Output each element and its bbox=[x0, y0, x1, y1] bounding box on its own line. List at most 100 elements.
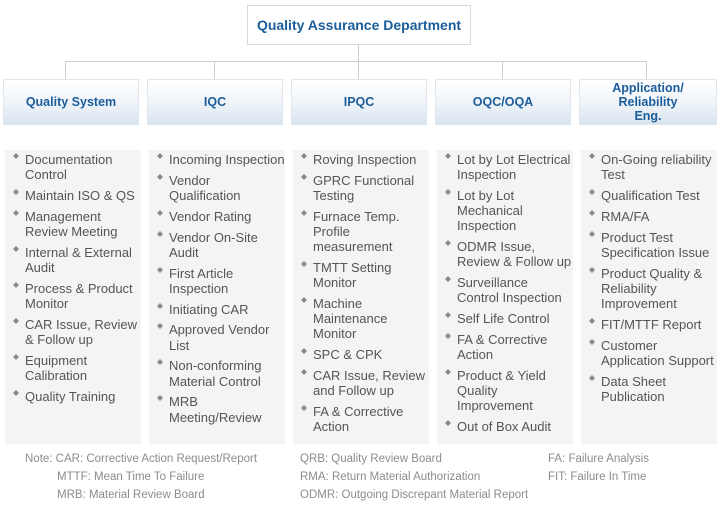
list-item-label: Incoming Inspection bbox=[169, 152, 285, 167]
header-label: Quality System bbox=[25, 95, 117, 109]
bullet-icon bbox=[157, 323, 163, 330]
list-item-label: GPRC Functional Testing bbox=[313, 172, 415, 203]
item-list: Lot by Lot Electrical Inspection Lot by L… bbox=[439, 152, 573, 434]
list-item: SPC & CPK bbox=[295, 347, 429, 362]
bullet-icon bbox=[157, 359, 163, 366]
list-item: Approved Vendor List bbox=[151, 322, 285, 353]
bullet-icon bbox=[445, 312, 451, 319]
bullet-icon bbox=[445, 420, 451, 427]
bullet-icon bbox=[589, 209, 595, 216]
list-item: Product Quality & Reliability Improvemen… bbox=[583, 266, 717, 312]
connector-horizontal bbox=[65, 61, 647, 62]
bullet-icon bbox=[301, 261, 307, 267]
connector-vertical-main bbox=[358, 45, 359, 61]
list-item: Process & Product Monitor bbox=[7, 281, 141, 311]
list-item: Furnace Temp. Profile measurement bbox=[295, 209, 429, 255]
list-item: Roving Inspection bbox=[295, 152, 429, 167]
list-item-label: TMTT Setting Monitor bbox=[313, 260, 392, 291]
list-item-label: Non-conforming Material Control bbox=[169, 358, 262, 389]
list-item: Vendor Qualification bbox=[151, 173, 285, 203]
bullet-icon bbox=[13, 153, 19, 159]
list-item-label: Lot by Lot Mechanical Inspection bbox=[457, 188, 523, 234]
note-rma: RMA: Return Material Authorization bbox=[300, 471, 481, 483]
list-item: Product & Yield Quality Improvement bbox=[439, 368, 573, 414]
bullet-icon bbox=[157, 266, 163, 273]
note-mttf: MTTF: Mean Time To Failure bbox=[57, 471, 205, 483]
item-list: Incoming Inspection Vendor Qualification V… bbox=[151, 152, 285, 425]
list-item: CAR Issue, Review & Follow up bbox=[7, 317, 141, 347]
list-item: Self Life Control bbox=[439, 311, 573, 326]
bullet-icon bbox=[445, 276, 451, 283]
bullet-icon bbox=[589, 317, 595, 324]
item-list: Roving Inspection GPRC Functional Testing… bbox=[295, 152, 429, 434]
bullet-icon bbox=[157, 209, 163, 216]
bullet-icon bbox=[157, 153, 163, 159]
list-item: Non-conforming Material Control bbox=[151, 358, 285, 389]
bullet-icon bbox=[445, 153, 451, 159]
list-item-label: Customer Application Support bbox=[601, 337, 714, 368]
bullet-icon bbox=[445, 369, 451, 375]
list-item: Vendor On-Site Audit bbox=[151, 230, 285, 260]
list-item-label: Furnace Temp. Profile measurement bbox=[313, 208, 400, 255]
list-item-label: FA & Corrective Action bbox=[313, 404, 404, 435]
bullet-icon bbox=[13, 189, 19, 195]
bullet-icon bbox=[301, 348, 307, 355]
bullet-icon bbox=[13, 317, 19, 324]
list-item: Data Sheet Publication bbox=[583, 374, 717, 404]
list-item: GPRC Functional Testing bbox=[295, 173, 429, 203]
bullet-icon bbox=[13, 389, 19, 396]
list-item-label: Self Life Control bbox=[457, 311, 550, 327]
list-item-label: Equipment Calibration bbox=[25, 352, 88, 383]
list-item: Incoming Inspection bbox=[151, 152, 285, 167]
list-item-label: Lot by Lot Electrical Inspection bbox=[457, 152, 571, 183]
note-car: Note: CAR: Corrective Action Request/Rep… bbox=[25, 453, 258, 465]
list-item-label: FA & Corrective Action bbox=[457, 332, 548, 363]
note-qrb: QRB: Quality Review Board bbox=[300, 453, 442, 465]
note-fit: FIT: Failure In Time bbox=[548, 471, 647, 483]
list-item-label: On-Going reliability Test bbox=[601, 152, 712, 183]
list-item: Vendor Rating bbox=[151, 209, 285, 224]
header-label: IPQC bbox=[343, 95, 375, 109]
list-item-label: Quality Training bbox=[25, 388, 116, 404]
list-item-label: Roving Inspection bbox=[313, 152, 417, 167]
column-iqc: Incoming Inspection Vendor Qualification V… bbox=[149, 150, 285, 444]
list-item-label: SPC & CPK bbox=[313, 347, 383, 363]
bullet-icon bbox=[589, 230, 595, 237]
list-item: Documentation Control bbox=[7, 152, 141, 182]
list-item-label: Product Quality & Reliability Improvemen… bbox=[601, 265, 703, 311]
bullet-icon bbox=[589, 189, 595, 195]
list-item-label: RMA/FA bbox=[601, 208, 650, 224]
list-item-label: Out of Box Audit bbox=[457, 419, 551, 435]
list-item: RMA/FA bbox=[583, 209, 717, 224]
list-item-label: Maintain ISO & QS bbox=[25, 188, 135, 203]
list-item: ODMR Issue, Review & Follow up bbox=[439, 239, 573, 269]
bullet-icon bbox=[301, 297, 307, 303]
list-item-label: Qualification Test bbox=[601, 188, 700, 203]
list-item-label: Approved Vendor List bbox=[169, 322, 270, 353]
bullet-icon bbox=[445, 333, 451, 339]
bullet-icon bbox=[589, 266, 595, 273]
note-fa: FA: Failure Analysis bbox=[548, 453, 649, 465]
list-item-label: Vendor Qualification bbox=[169, 172, 241, 203]
list-item: Quality Training bbox=[7, 389, 141, 404]
list-item-label: Documentation Control bbox=[25, 152, 113, 183]
connector-drop-4 bbox=[502, 61, 503, 79]
bullet-icon bbox=[589, 374, 595, 381]
column-quality-system: Documentation Control Maintain ISO & QS Ma… bbox=[5, 150, 141, 444]
bullet-icon bbox=[13, 281, 19, 288]
bullet-icon bbox=[157, 230, 163, 237]
list-item-label: Product Test Specification Issue bbox=[601, 229, 710, 260]
bullet-icon bbox=[13, 209, 19, 216]
bullet-icon bbox=[157, 395, 163, 402]
list-item-label: FIT/MTTF Report bbox=[601, 316, 702, 332]
bullet-icon bbox=[301, 173, 307, 180]
list-item: CAR Issue, Review and Follow up bbox=[295, 368, 429, 398]
list-item-label: Data Sheet Publication bbox=[601, 373, 667, 404]
list-item: On-Going reliability Test bbox=[583, 152, 717, 182]
list-item: Management Review Meeting bbox=[7, 209, 141, 239]
list-item: Out of Box Audit bbox=[439, 419, 573, 434]
list-item-label: Initiating CAR bbox=[169, 301, 249, 317]
column-ipqc: Roving Inspection GPRC Functional Testing… bbox=[293, 150, 429, 444]
bullet-icon bbox=[13, 353, 19, 360]
column-application-reliability: On-Going reliability Test Qualification T… bbox=[581, 150, 717, 444]
